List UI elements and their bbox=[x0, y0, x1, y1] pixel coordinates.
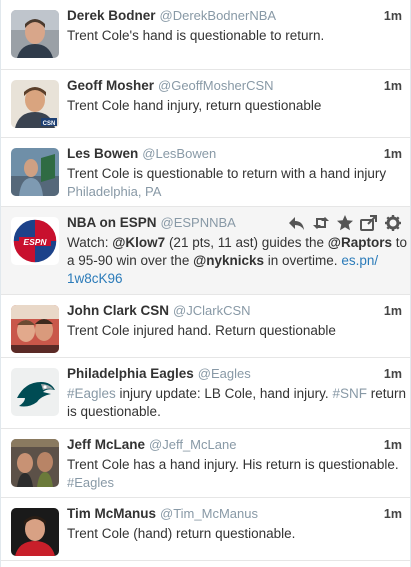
text-segment: (21 pts, 11 ast) guides the bbox=[165, 235, 328, 250]
text-segment: to bbox=[391, 235, 407, 250]
hashtag-link[interactable]: #Eagles bbox=[67, 474, 398, 492]
url-link[interactable]: es.pn/ bbox=[341, 253, 378, 268]
tweet-actions bbox=[288, 214, 402, 232]
author-handle[interactable]: @ESPNNBA bbox=[161, 215, 236, 230]
avatar[interactable]: CSN bbox=[11, 80, 59, 128]
author-handle[interactable]: @DerekBodnerNBA bbox=[160, 8, 277, 23]
avatar[interactable] bbox=[11, 508, 59, 556]
avatar[interactable] bbox=[11, 368, 59, 416]
avatar[interactable] bbox=[11, 148, 59, 196]
tweet-item[interactable]: Philadelphia Eagles @Eagles 1m #Eagles i… bbox=[1, 358, 410, 429]
gear-icon[interactable] bbox=[384, 214, 402, 232]
tweet-item[interactable]: Les Bowen @LesBowen 1m Trent Cole is que… bbox=[1, 138, 410, 207]
mention-link[interactable]: @Raptors bbox=[328, 235, 392, 250]
tweet-item[interactable]: CSN Geoff Mosher @GeoffMosherCSN 1m Tren… bbox=[1, 70, 410, 138]
timestamp[interactable]: 1m bbox=[384, 79, 402, 93]
reply-icon[interactable] bbox=[288, 214, 306, 232]
author-name[interactable]: Derek Bodner bbox=[67, 8, 156, 23]
author-name[interactable]: Les Bowen bbox=[67, 146, 138, 161]
tweet-text: Trent Cole has a hand injury. His return… bbox=[67, 457, 399, 472]
text-segment: Watch: bbox=[67, 235, 113, 250]
tweet-item[interactable]: Derek Bodner @DerekBodnerNBA 1m Trent Co… bbox=[1, 0, 410, 70]
author-name[interactable]: NBA on ESPN bbox=[67, 215, 157, 230]
hashtag-link[interactable]: #Eagles bbox=[67, 386, 116, 401]
author-handle[interactable]: @Tim_McManus bbox=[160, 506, 258, 521]
tweet-text: Trent Cole injured hand. Return question… bbox=[67, 323, 336, 338]
avatar[interactable] bbox=[11, 439, 59, 487]
url-link[interactable]: 1w8cK96 bbox=[67, 271, 123, 286]
author-name[interactable]: Philadelphia Eagles bbox=[67, 366, 194, 381]
avatar[interactable] bbox=[11, 10, 59, 58]
tweet-location[interactable]: Philadelphia, PA bbox=[67, 183, 398, 201]
timestamp[interactable]: 1m bbox=[384, 9, 402, 23]
avatar[interactable] bbox=[11, 305, 59, 353]
timestamp[interactable]: 1m bbox=[384, 304, 402, 318]
text-segment: in overtime. bbox=[264, 253, 342, 268]
svg-text:CSN: CSN bbox=[43, 121, 56, 127]
author-handle[interactable]: @LesBowen bbox=[142, 146, 216, 161]
mention-link[interactable]: @nyknicks bbox=[193, 253, 264, 268]
favorite-icon[interactable] bbox=[336, 214, 354, 232]
author-name[interactable]: Jeff McLane bbox=[67, 437, 145, 452]
share-icon[interactable] bbox=[360, 214, 378, 232]
hashtag-link[interactable]: #SNF bbox=[332, 386, 367, 401]
timestamp[interactable]: 1m bbox=[384, 367, 402, 381]
tweet-item[interactable]: ESPN NBA on ESPN @ESPNNBA Watch: @Klow7 … bbox=[1, 207, 410, 295]
author-handle[interactable]: @JClarkCSN bbox=[173, 303, 250, 318]
author-name[interactable]: Tim McManus bbox=[67, 506, 156, 521]
tweet-text: Trent Cole is questionable to return wit… bbox=[67, 166, 387, 181]
text-segment: a 95-90 win over the bbox=[67, 253, 194, 268]
timestamp[interactable]: 1m bbox=[384, 438, 402, 452]
text-segment: injury update: LB Cole, hand injury. bbox=[115, 386, 333, 401]
author-handle[interactable]: @GeoffMosherCSN bbox=[158, 78, 274, 93]
tweet-text: Trent Cole's hand is questionable to ret… bbox=[67, 28, 325, 43]
tweet-text: Trent Cole hand injury, return questiona… bbox=[67, 98, 322, 113]
author-name[interactable]: Geoff Mosher bbox=[67, 78, 154, 93]
retweet-icon[interactable] bbox=[312, 214, 330, 232]
avatar[interactable]: ESPN bbox=[11, 217, 59, 265]
author-handle[interactable]: @Eagles bbox=[198, 366, 251, 381]
tweet-text: Watch: @Klow7 (21 pts, 11 ast) guides th… bbox=[67, 234, 407, 288]
author-name[interactable]: John Clark CSN bbox=[67, 303, 169, 318]
tweet-item[interactable]: Jeff McLane @Jeff_McLane 1m Trent Cole h… bbox=[1, 429, 410, 498]
author-handle[interactable]: @Jeff_McLane bbox=[149, 437, 236, 452]
tweet-stream: Derek Bodner @DerekBodnerNBA 1m Trent Co… bbox=[0, 0, 411, 567]
timestamp[interactable]: 1m bbox=[384, 507, 402, 521]
svg-text:ESPN: ESPN bbox=[23, 237, 47, 247]
tweet-text: #Eagles injury update: LB Cole, hand inj… bbox=[67, 385, 406, 421]
tweet-item[interactable]: John Clark CSN @JClarkCSN 1m Trent Cole … bbox=[1, 295, 410, 358]
text-segment: is questionable. bbox=[67, 404, 161, 419]
tweet-item[interactable]: Tim McManus @Tim_McManus 1m Trent Cole (… bbox=[1, 498, 410, 561]
timestamp[interactable]: 1m bbox=[384, 147, 402, 161]
mention-link[interactable]: @Klow7 bbox=[112, 235, 165, 250]
tweet-text: Trent Cole (hand) return questionable. bbox=[67, 526, 296, 541]
text-segment: return bbox=[366, 386, 406, 401]
